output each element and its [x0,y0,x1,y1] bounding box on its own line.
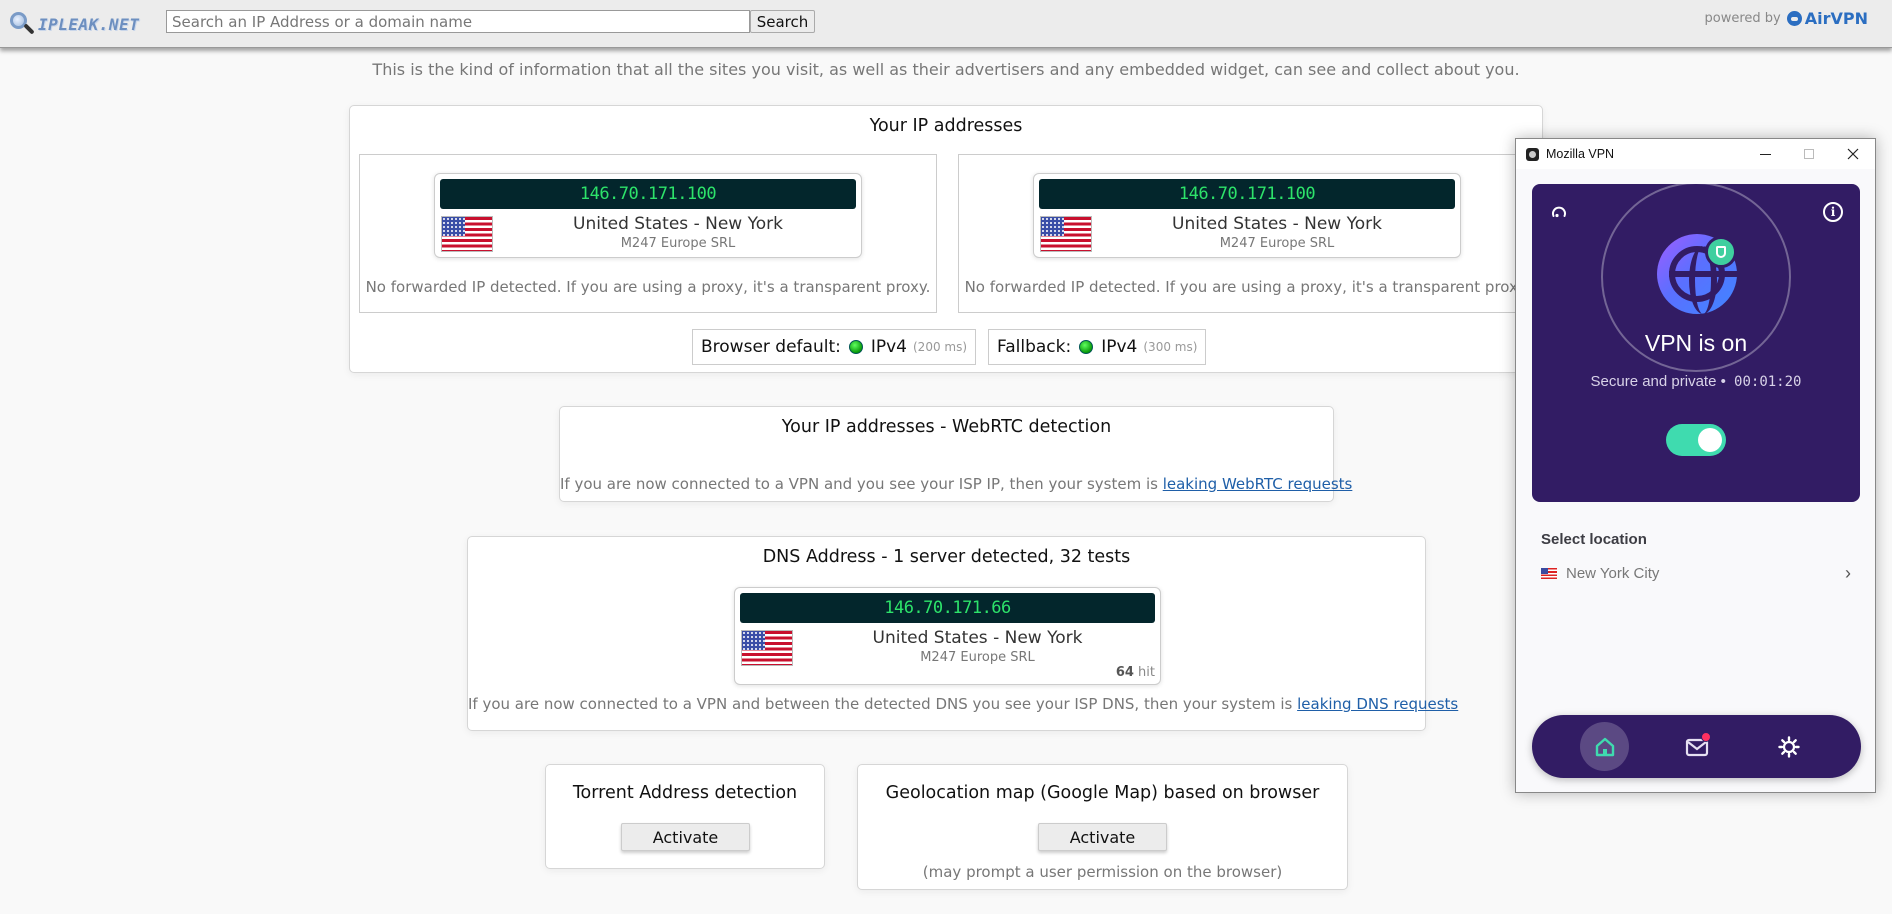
speedometer-icon[interactable] [1551,204,1567,220]
airvpn-brand: AirVPN [1804,9,1868,28]
geolocation-section: Geolocation map (Google Map) based on br… [857,764,1348,890]
vpn-status-text: Secure and private • 00:01:20 [1532,373,1860,390]
dns-leak-link[interactable]: leaking DNS requests [1297,695,1458,713]
webrtc-description: If you are now connected to a VPN and yo… [560,475,1163,493]
info-icon[interactable]: i [1823,202,1843,222]
powered-by: powered by AirVPN [1705,9,1869,28]
close-button[interactable] [1831,139,1875,169]
protocol-value: IPv4 [1101,337,1138,357]
torrent-section: Torrent Address detection Activate [545,764,825,869]
search-button[interactable]: Search [750,10,815,33]
vpn-toggle-switch[interactable] [1666,424,1726,456]
ip-card: 146.70.171.100 United States - New York … [1033,173,1461,258]
maximize-icon [1804,149,1814,159]
dns-hit-count: 64 hit [1115,665,1155,680]
webrtc-title: Your IP addresses - WebRTC detection [781,417,1112,437]
search-input[interactable] [166,10,750,33]
dns-isp: M247 Europe SRL [920,650,1035,665]
gear-icon [1777,735,1800,758]
protocol-label: Browser default: [701,337,841,357]
protocol-fallback: Fallback: IPv4 (300 ms) [988,329,1207,365]
ip-address-value[interactable]: 146.70.171.100 [440,179,856,209]
webrtc-leak-link[interactable]: leaking WebRTC requests [1163,475,1353,493]
maximize-button[interactable] [1787,139,1831,169]
dns-text: If you are now connected to a VPN and be… [468,695,1458,713]
protocol-latency: (300 ms) [1143,340,1198,354]
location-name: New York City [1566,564,1660,582]
ipleak-logo[interactable]: IPLEAK.NET [8,9,139,39]
shield-icon [1705,236,1737,268]
ip-isp: M247 Europe SRL [1219,236,1335,251]
mozilla-vpn-window: Mozilla VPN i VPN is on Secure and priva… [1515,138,1876,793]
protocol-value: IPv4 [870,337,907,357]
logo-text: IPLEAK.NET [38,14,140,34]
dns-ip-value[interactable]: 146.70.171.66 [740,593,1155,623]
minimize-button[interactable] [1743,139,1787,169]
magnifier-icon [8,10,36,38]
nav-settings-button[interactable] [1764,722,1813,771]
airvpn-link[interactable]: AirVPN [1786,9,1868,28]
status-ok-icon [1079,340,1094,354]
vpn-secure-text: Secure and private • [1590,373,1726,390]
mozilla-vpn-app-icon [1526,147,1539,161]
us-flag-icon [1541,567,1557,579]
vpn-bottom-nav [1532,715,1861,778]
site-header: IPLEAK.NET Search powered by AirVPN [0,0,1892,48]
protocol-browser-default: Browser default: IPv4 (200 ms) [692,329,977,365]
ip-card: 146.70.171.100 United States - New York … [434,173,862,258]
dns-section: DNS Address - 1 server detected, 32 test… [467,536,1458,731]
dns-description: If you are now connected to a VPN and be… [468,695,1298,713]
forwarded-ip-note: No forwarded IP detected. If you are usi… [365,278,931,296]
vpn-status-panel: i VPN is on Secure and private • 00:01:2… [1532,184,1860,502]
vpn-connection-timer: 00:01:20 [1734,374,1802,390]
ip-location: United States - New York [573,214,783,234]
page-subtitle: This is the kind of information that all… [372,60,1520,79]
chevron-right-icon: › [1845,562,1851,583]
geolocation-note: (may prompt a user permission on the bro… [922,863,1283,881]
nav-home-button[interactable] [1580,722,1629,771]
us-flag-icon [1040,216,1092,252]
geolocation-activate-button[interactable]: Activate [1038,823,1167,851]
vpn-titlebar[interactable]: Mozilla VPN [1516,139,1875,169]
airvpn-logo-icon [1786,11,1802,26]
us-flag-icon [441,216,493,252]
webrtc-text: If you are now connected to a VPN and yo… [560,475,1352,493]
ip-section-title: Your IP addresses [869,116,1023,136]
geolocation-title: Geolocation map (Google Map) based on br… [885,783,1320,803]
forwarded-ip-note: No forwarded IP detected. If you are usi… [964,278,1530,296]
close-icon [1847,148,1859,160]
status-ok-icon [848,340,863,354]
dns-title: DNS Address - 1 server detected, 32 test… [762,547,1131,567]
ip-location: United States - New York [1172,214,1382,234]
nav-messages-button[interactable] [1672,722,1721,771]
ip-isp: M247 Europe SRL [620,236,736,251]
vpn-state-label: VPN is on [1644,330,1748,356]
ip-panel: 146.70.171.100 United States - New York … [958,154,1536,313]
protocol-latency: (200 ms) [913,340,968,354]
minimize-icon [1759,153,1771,155]
select-location-label: Select location [1541,531,1647,548]
vpn-window-title: Mozilla VPN [1546,147,1615,161]
home-icon [1595,737,1614,756]
ip-address-value[interactable]: 146.70.171.100 [1039,179,1455,209]
torrent-title: Torrent Address detection [572,783,798,803]
dns-location: United States - New York [872,628,1083,648]
location-selector[interactable]: New York City › [1541,561,1851,585]
powered-by-label: powered by [1704,11,1781,26]
webrtc-section: Your IP addresses - WebRTC detection If … [559,406,1352,502]
protocol-label: Fallback: [997,337,1072,357]
dns-card: 146.70.171.66 United States - New York M… [734,587,1161,685]
unread-badge [1701,732,1711,742]
us-flag-icon [741,630,793,666]
ip-panel: 146.70.171.100 United States - New York … [359,154,937,313]
torrent-activate-button[interactable]: Activate [621,823,750,851]
